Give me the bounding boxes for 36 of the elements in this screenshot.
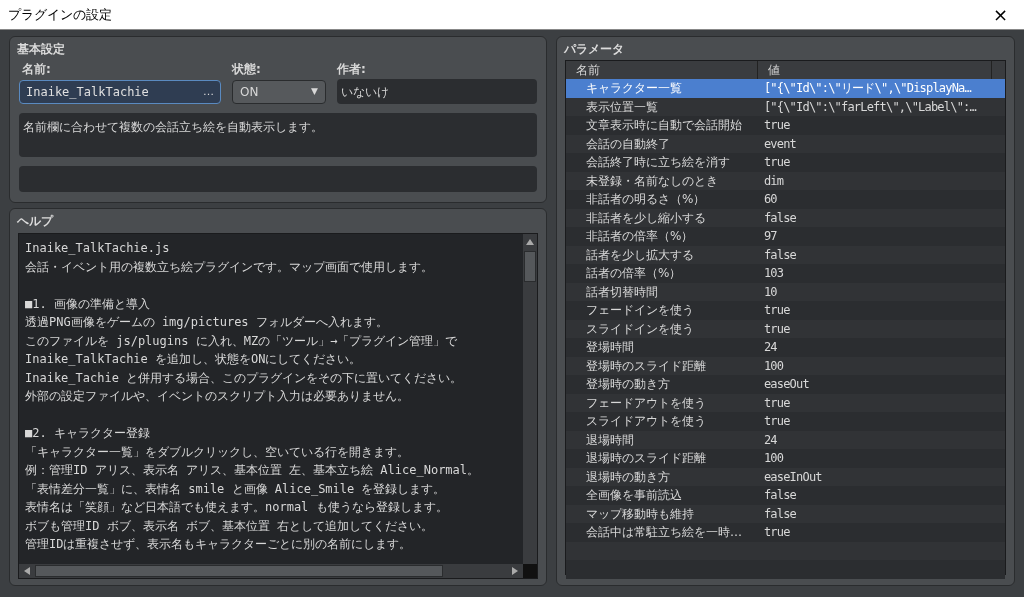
description-field[interactable]: 名前欄に合わせて複数の会話立ち絵を自動表示します。 (19, 113, 537, 157)
help-line: 「表情差分一覧」に、表情名 smile と画像 Alice_Smile を登録します。 (25, 480, 446, 498)
help-line: 透過PNG画像をゲームの img/pictures フォルダーへ入れます。 (25, 314, 388, 331)
field-label: 状態: (232, 61, 262, 78)
field-label: 作者: (337, 61, 367, 78)
vertical-scrollbar[interactable] (522, 234, 537, 564)
help-line: ボブも管理ID ボブ、表示名 ボブ、基本位置 右として追加してください。 (25, 517, 434, 535)
empty-field[interactable] (19, 166, 537, 192)
parameter-row[interactable]: キャラクター一覧 ["{\"Id\":\"リード\",\"DisplayNa… (565, 79, 1005, 98)
window-title: プラグインの設定 (8, 5, 112, 24)
field-label: 名前: (21, 61, 52, 78)
scrollbar-thumb[interactable] (35, 565, 443, 577)
author-field[interactable]: いないけ (337, 79, 537, 104)
section-title: 基本設定 (17, 41, 66, 58)
help-line: 外部の設定ファイルや、イベントのスクリプト入力は必要ありません。 (25, 388, 409, 405)
help-line: 表情名は「笑顔」など日本語でも使えます。normal も使うなら登録します。 (25, 499, 448, 516)
name-field[interactable]: Inaike_TalkTachie … (19, 80, 221, 104)
section-title: パラメータ (563, 41, 625, 58)
help-line: Inaike_TalkTachie を追加し、状態をONにしてください。 (25, 351, 362, 368)
section-title: ヘルプ (17, 213, 55, 230)
scroll-right-icon[interactable] (510, 566, 519, 576)
help-line: 会話・イベント用の複数立ち絵プラグインです。マップ画面で使用します。 (25, 258, 433, 276)
close-button[interactable]: × (984, 5, 1016, 24)
scroll-up-icon[interactable] (524, 238, 535, 246)
horizontal-scrollbar[interactable] (19, 564, 537, 578)
help-line: このファイルを js/plugins に入れ、MZの「ツール」→「プラグイン管理」で (25, 332, 458, 350)
scroll-left-icon[interactable] (23, 566, 31, 576)
status-dropdown[interactable]: ON ▼ (232, 80, 326, 104)
help-line: 管理IDは重複させず、表示名もキャラクターごとに別の名前にします。 (25, 536, 412, 553)
help-line: Inaike_Tachie と併用する場合、このプラグインをその下に置いてください。 (25, 369, 463, 387)
help-line: Inaike_TalkTachie.js (25, 240, 170, 257)
help-line: 例：管理ID アリス、表示名 アリス、基本位置 左、基本立ち絵 Alice_Normal。 (25, 462, 480, 479)
help-line: 「キャラクター一覧」をダブルクリックし、空いている行を開きます。 (25, 443, 409, 461)
help-line: ■2. キャラクター登録 (25, 425, 150, 442)
scrollbar-thumb[interactable] (523, 251, 536, 282)
help-line: ■1. 画像の準備と導入 (25, 295, 150, 313)
